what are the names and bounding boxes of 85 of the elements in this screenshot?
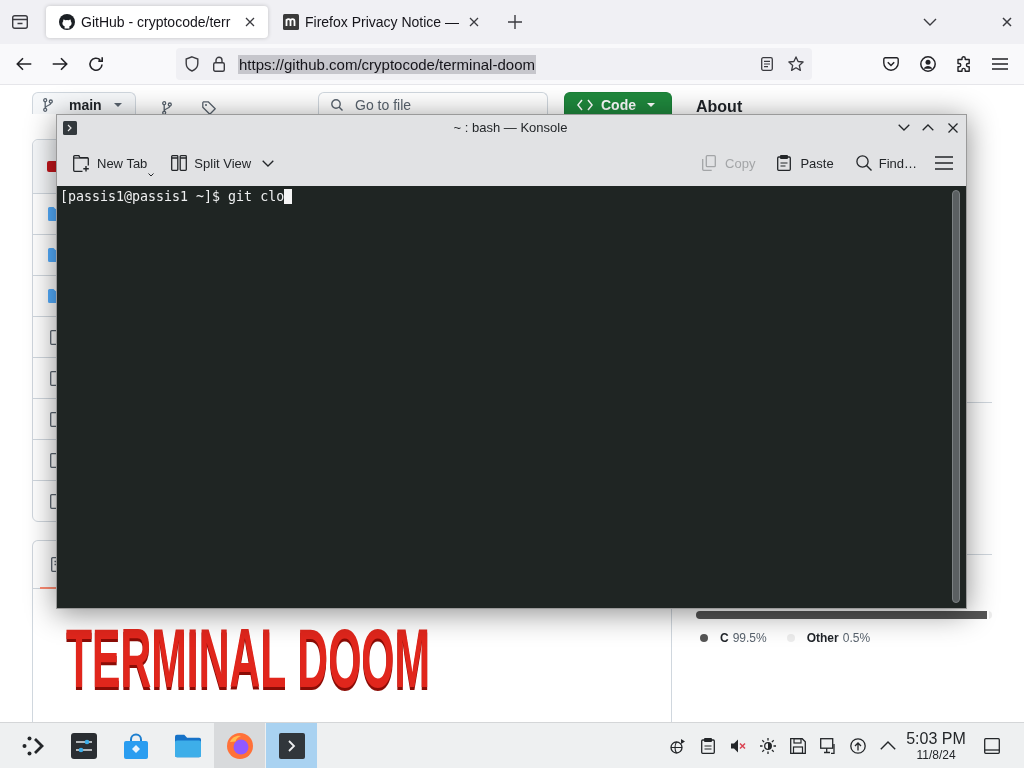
clipboard-icon[interactable] bbox=[700, 737, 716, 754]
split-view-button[interactable]: Split View bbox=[171, 149, 275, 177]
file-icon bbox=[50, 370, 56, 386]
tab-list-icon[interactable] bbox=[12, 15, 28, 29]
folder-icon bbox=[48, 248, 56, 262]
copy-icon bbox=[702, 155, 717, 171]
language-name: C bbox=[720, 631, 729, 645]
sliders-icon bbox=[70, 732, 97, 759]
arrow-left-icon[interactable] bbox=[16, 57, 32, 71]
clock-date[interactable]: 11/8/24 bbox=[916, 747, 956, 762]
new-tab-button[interactable]: New Tab bbox=[73, 149, 155, 177]
code-button[interactable]: Code bbox=[564, 92, 672, 114]
document-icon[interactable] bbox=[761, 57, 773, 71]
plus-icon[interactable] bbox=[508, 15, 522, 29]
file-search-field[interactable]: Go to file bbox=[318, 92, 548, 114]
search-icon bbox=[855, 155, 872, 171]
close-icon[interactable] bbox=[948, 122, 958, 133]
find-button[interactable]: Find… bbox=[855, 149, 917, 177]
sun-icon[interactable] bbox=[760, 737, 776, 754]
file-icon bbox=[50, 329, 56, 345]
language-name: Other bbox=[806, 631, 839, 645]
url-text: https://github.com/cryptocode/terminal-doom bbox=[238, 54, 536, 74]
window-title: ~ : bash — Konsole bbox=[453, 120, 568, 135]
browser-tab[interactable]: GitHub - cryptocode/terr bbox=[46, 6, 268, 38]
branch-button[interactable]: main bbox=[32, 92, 136, 114]
language-percent: 99.5% bbox=[732, 631, 767, 645]
paste-button[interactable]: Paste bbox=[777, 149, 834, 177]
shield-icon[interactable] bbox=[185, 56, 199, 72]
chevron-down-icon bbox=[262, 159, 275, 167]
terminal-line: [passis1@passis1 ~]$ git clo bbox=[60, 189, 285, 205]
caret-down-icon bbox=[114, 103, 122, 107]
star-icon[interactable] bbox=[788, 56, 804, 72]
close-icon[interactable] bbox=[469, 17, 479, 27]
caret-down-icon bbox=[647, 103, 655, 107]
browser-logo-icon bbox=[226, 732, 253, 759]
about-heading: About bbox=[696, 99, 743, 115]
clipboard-icon bbox=[777, 155, 792, 171]
browser-tab[interactable]: Firefox Privacy Notice — bbox=[270, 6, 492, 38]
chevron-up-icon[interactable] bbox=[880, 741, 896, 750]
chevron-up-icon[interactable] bbox=[922, 124, 934, 131]
file-icon bbox=[50, 452, 56, 468]
scrollbar[interactable] bbox=[952, 190, 960, 603]
folder-plus-icon bbox=[73, 154, 89, 172]
text-cursor bbox=[284, 189, 293, 204]
readme-logo: TERMINAL DOOM bbox=[66, 623, 430, 694]
tab-underline bbox=[40, 587, 56, 589]
address-field[interactable]: https://github.com/cryptocode/terminal-doom bbox=[176, 48, 812, 80]
menu-icon[interactable] bbox=[935, 156, 953, 170]
terminal-icon bbox=[278, 732, 305, 759]
floppy-icon[interactable] bbox=[790, 737, 806, 754]
taskbar-button[interactable] bbox=[266, 723, 317, 768]
search-icon bbox=[331, 99, 343, 111]
monitor-icon[interactable] bbox=[820, 737, 836, 754]
document-icon bbox=[51, 557, 57, 572]
bag-icon bbox=[122, 732, 149, 759]
close-icon[interactable] bbox=[245, 17, 255, 27]
language-percent: 0.5% bbox=[842, 631, 871, 645]
clock-time[interactable]: 5:03 PM bbox=[906, 729, 966, 748]
close-icon[interactable] bbox=[1002, 17, 1012, 27]
account-icon[interactable] bbox=[920, 56, 936, 72]
chevron-down-icon[interactable] bbox=[898, 124, 910, 131]
site-logo-icon bbox=[59, 14, 75, 30]
puzzle-icon[interactable] bbox=[956, 56, 972, 72]
folder-icon bbox=[174, 732, 201, 759]
shield-chevron-icon[interactable] bbox=[883, 57, 899, 71]
arrow-right-icon[interactable] bbox=[52, 57, 68, 71]
desktop-icon[interactable] bbox=[984, 737, 1000, 754]
avatar-icon bbox=[47, 161, 56, 172]
columns-icon bbox=[171, 155, 188, 171]
branch-icon bbox=[43, 98, 53, 112]
lock-icon[interactable] bbox=[213, 56, 225, 72]
file-icon bbox=[50, 493, 56, 509]
folder-icon bbox=[48, 289, 56, 303]
caret-down-icon bbox=[148, 173, 155, 177]
folder-icon bbox=[48, 207, 56, 221]
code-icon bbox=[577, 99, 593, 111]
muted-speaker-icon[interactable] bbox=[730, 737, 746, 754]
file-icon bbox=[50, 411, 56, 427]
reload-icon[interactable] bbox=[88, 56, 104, 72]
terminal-icon bbox=[63, 120, 77, 135]
tag-icon[interactable] bbox=[202, 101, 216, 115]
menu-icon[interactable] bbox=[992, 58, 1008, 70]
globe-arrow-icon[interactable] bbox=[670, 737, 686, 754]
site-logo-icon bbox=[283, 14, 299, 30]
chevron-down-icon[interactable] bbox=[923, 18, 937, 26]
